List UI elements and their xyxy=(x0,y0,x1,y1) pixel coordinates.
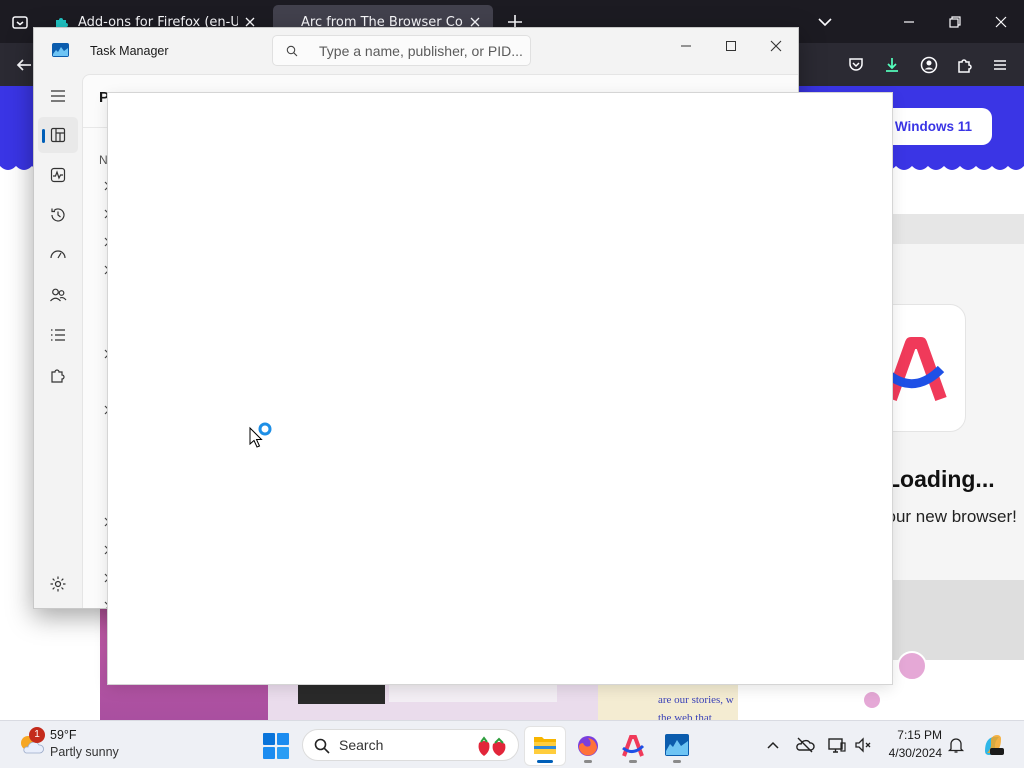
pocket-icon[interactable] xyxy=(846,55,866,75)
active-app-indicator xyxy=(537,760,553,763)
task-manager-titlebar[interactable]: Task Manager Type a name, publisher, or … xyxy=(34,28,798,74)
maximize-button[interactable] xyxy=(709,32,753,60)
account-icon[interactable] xyxy=(919,55,939,75)
clock-time[interactable]: 7:15 PM xyxy=(886,728,942,742)
download-panel-header xyxy=(892,214,1024,244)
clock-date[interactable]: 4/30/2024 xyxy=(880,746,942,760)
window-title: Task Manager xyxy=(90,44,169,58)
taskbar-app-arc[interactable] xyxy=(613,727,653,765)
notification-badge: 1 xyxy=(29,727,45,743)
running-app-indicator xyxy=(629,760,637,763)
menu-icon[interactable] xyxy=(990,55,1010,75)
performance-icon xyxy=(50,167,66,183)
hamburger-icon xyxy=(51,90,65,102)
gear-icon xyxy=(50,576,66,592)
history-icon xyxy=(51,208,65,222)
nav-performance[interactable] xyxy=(38,157,78,193)
task-manager-icon xyxy=(665,734,689,756)
busy-cursor-icon xyxy=(249,422,272,448)
list-all-tabs-icon[interactable] xyxy=(10,12,30,32)
users-icon xyxy=(50,288,67,302)
name-column-header[interactable]: N xyxy=(99,153,108,167)
gallery-caption xyxy=(389,684,557,702)
close-window-icon[interactable] xyxy=(991,12,1011,32)
taskbar-app-task-manager[interactable] xyxy=(657,727,697,765)
search-placeholder: Type a name, publisher, or PID... xyxy=(319,43,523,59)
minimize-icon[interactable] xyxy=(899,12,919,32)
running-app-indicator xyxy=(584,760,592,763)
windows-start-icon[interactable] xyxy=(263,733,289,759)
download-panel-footer xyxy=(892,580,1024,660)
nav-settings[interactable] xyxy=(38,566,78,602)
weather-description: Partly sunny xyxy=(50,745,119,759)
blank-window xyxy=(108,93,892,684)
gallery-thumbnail xyxy=(298,684,385,704)
nav-details[interactable] xyxy=(38,317,78,353)
decorative-circle xyxy=(862,690,882,710)
firefox-icon xyxy=(578,736,598,756)
restore-icon[interactable] xyxy=(945,12,965,32)
nav-startup-apps[interactable] xyxy=(38,237,78,273)
task-manager-app-icon xyxy=(52,43,69,57)
process-search-box[interactable]: Type a name, publisher, or PID... xyxy=(272,35,531,66)
taskbar: 1 59°F Partly sunny Search 7:15 PM 4/30/… xyxy=(0,720,1024,768)
nav-app-history[interactable] xyxy=(38,197,78,233)
arc-logo-icon xyxy=(885,337,947,402)
taskbar-search[interactable]: Search xyxy=(302,729,519,761)
nav-processes[interactable] xyxy=(38,117,78,153)
search-label: Search xyxy=(339,737,384,753)
details-list-icon xyxy=(51,329,65,341)
chevron-down-icon[interactable] xyxy=(815,12,835,32)
search-icon xyxy=(286,45,298,57)
close-button[interactable] xyxy=(754,32,798,60)
active-indicator xyxy=(42,129,45,143)
maximize-icon xyxy=(726,41,736,51)
notification-bell-icon[interactable] xyxy=(946,735,966,755)
minimize-icon xyxy=(681,45,691,47)
nav-users[interactable] xyxy=(38,277,78,313)
file-explorer-icon xyxy=(534,737,556,754)
loading-subtitle: your new browser! xyxy=(878,507,1017,526)
taskbar-app-file-explorer[interactable] xyxy=(525,727,565,765)
loading-heading: Loading... xyxy=(886,466,995,492)
onedrive-offline-icon[interactable] xyxy=(795,735,815,755)
story-line: are our stories, w xyxy=(658,694,734,706)
chevron-up-icon[interactable] xyxy=(763,735,783,755)
weather-temperature: 59°F xyxy=(50,728,77,742)
nav-services[interactable] xyxy=(38,357,78,393)
back-arrow-icon[interactable] xyxy=(14,55,34,75)
startup-gauge-icon xyxy=(50,250,66,259)
volume-muted-icon[interactable] xyxy=(853,735,873,755)
processes-icon xyxy=(50,127,66,143)
hamburger-menu-button[interactable] xyxy=(38,78,78,114)
downloads-icon[interactable] xyxy=(882,55,902,75)
decorative-circle xyxy=(897,651,927,681)
extensions-icon[interactable] xyxy=(955,55,975,75)
close-icon xyxy=(770,40,782,52)
strawberries-icon xyxy=(478,736,506,756)
story-line: the web that xyxy=(658,712,712,720)
taskbar-app-firefox[interactable] xyxy=(568,727,608,765)
services-puzzle-icon xyxy=(51,369,65,383)
search-icon xyxy=(314,738,330,754)
task-manager-sidebar xyxy=(34,74,82,608)
running-app-indicator xyxy=(673,760,681,763)
minimize-button[interactable] xyxy=(664,32,708,60)
network-icon[interactable] xyxy=(827,735,847,755)
copilot-icon[interactable] xyxy=(981,733,1005,757)
arc-icon xyxy=(622,735,645,757)
